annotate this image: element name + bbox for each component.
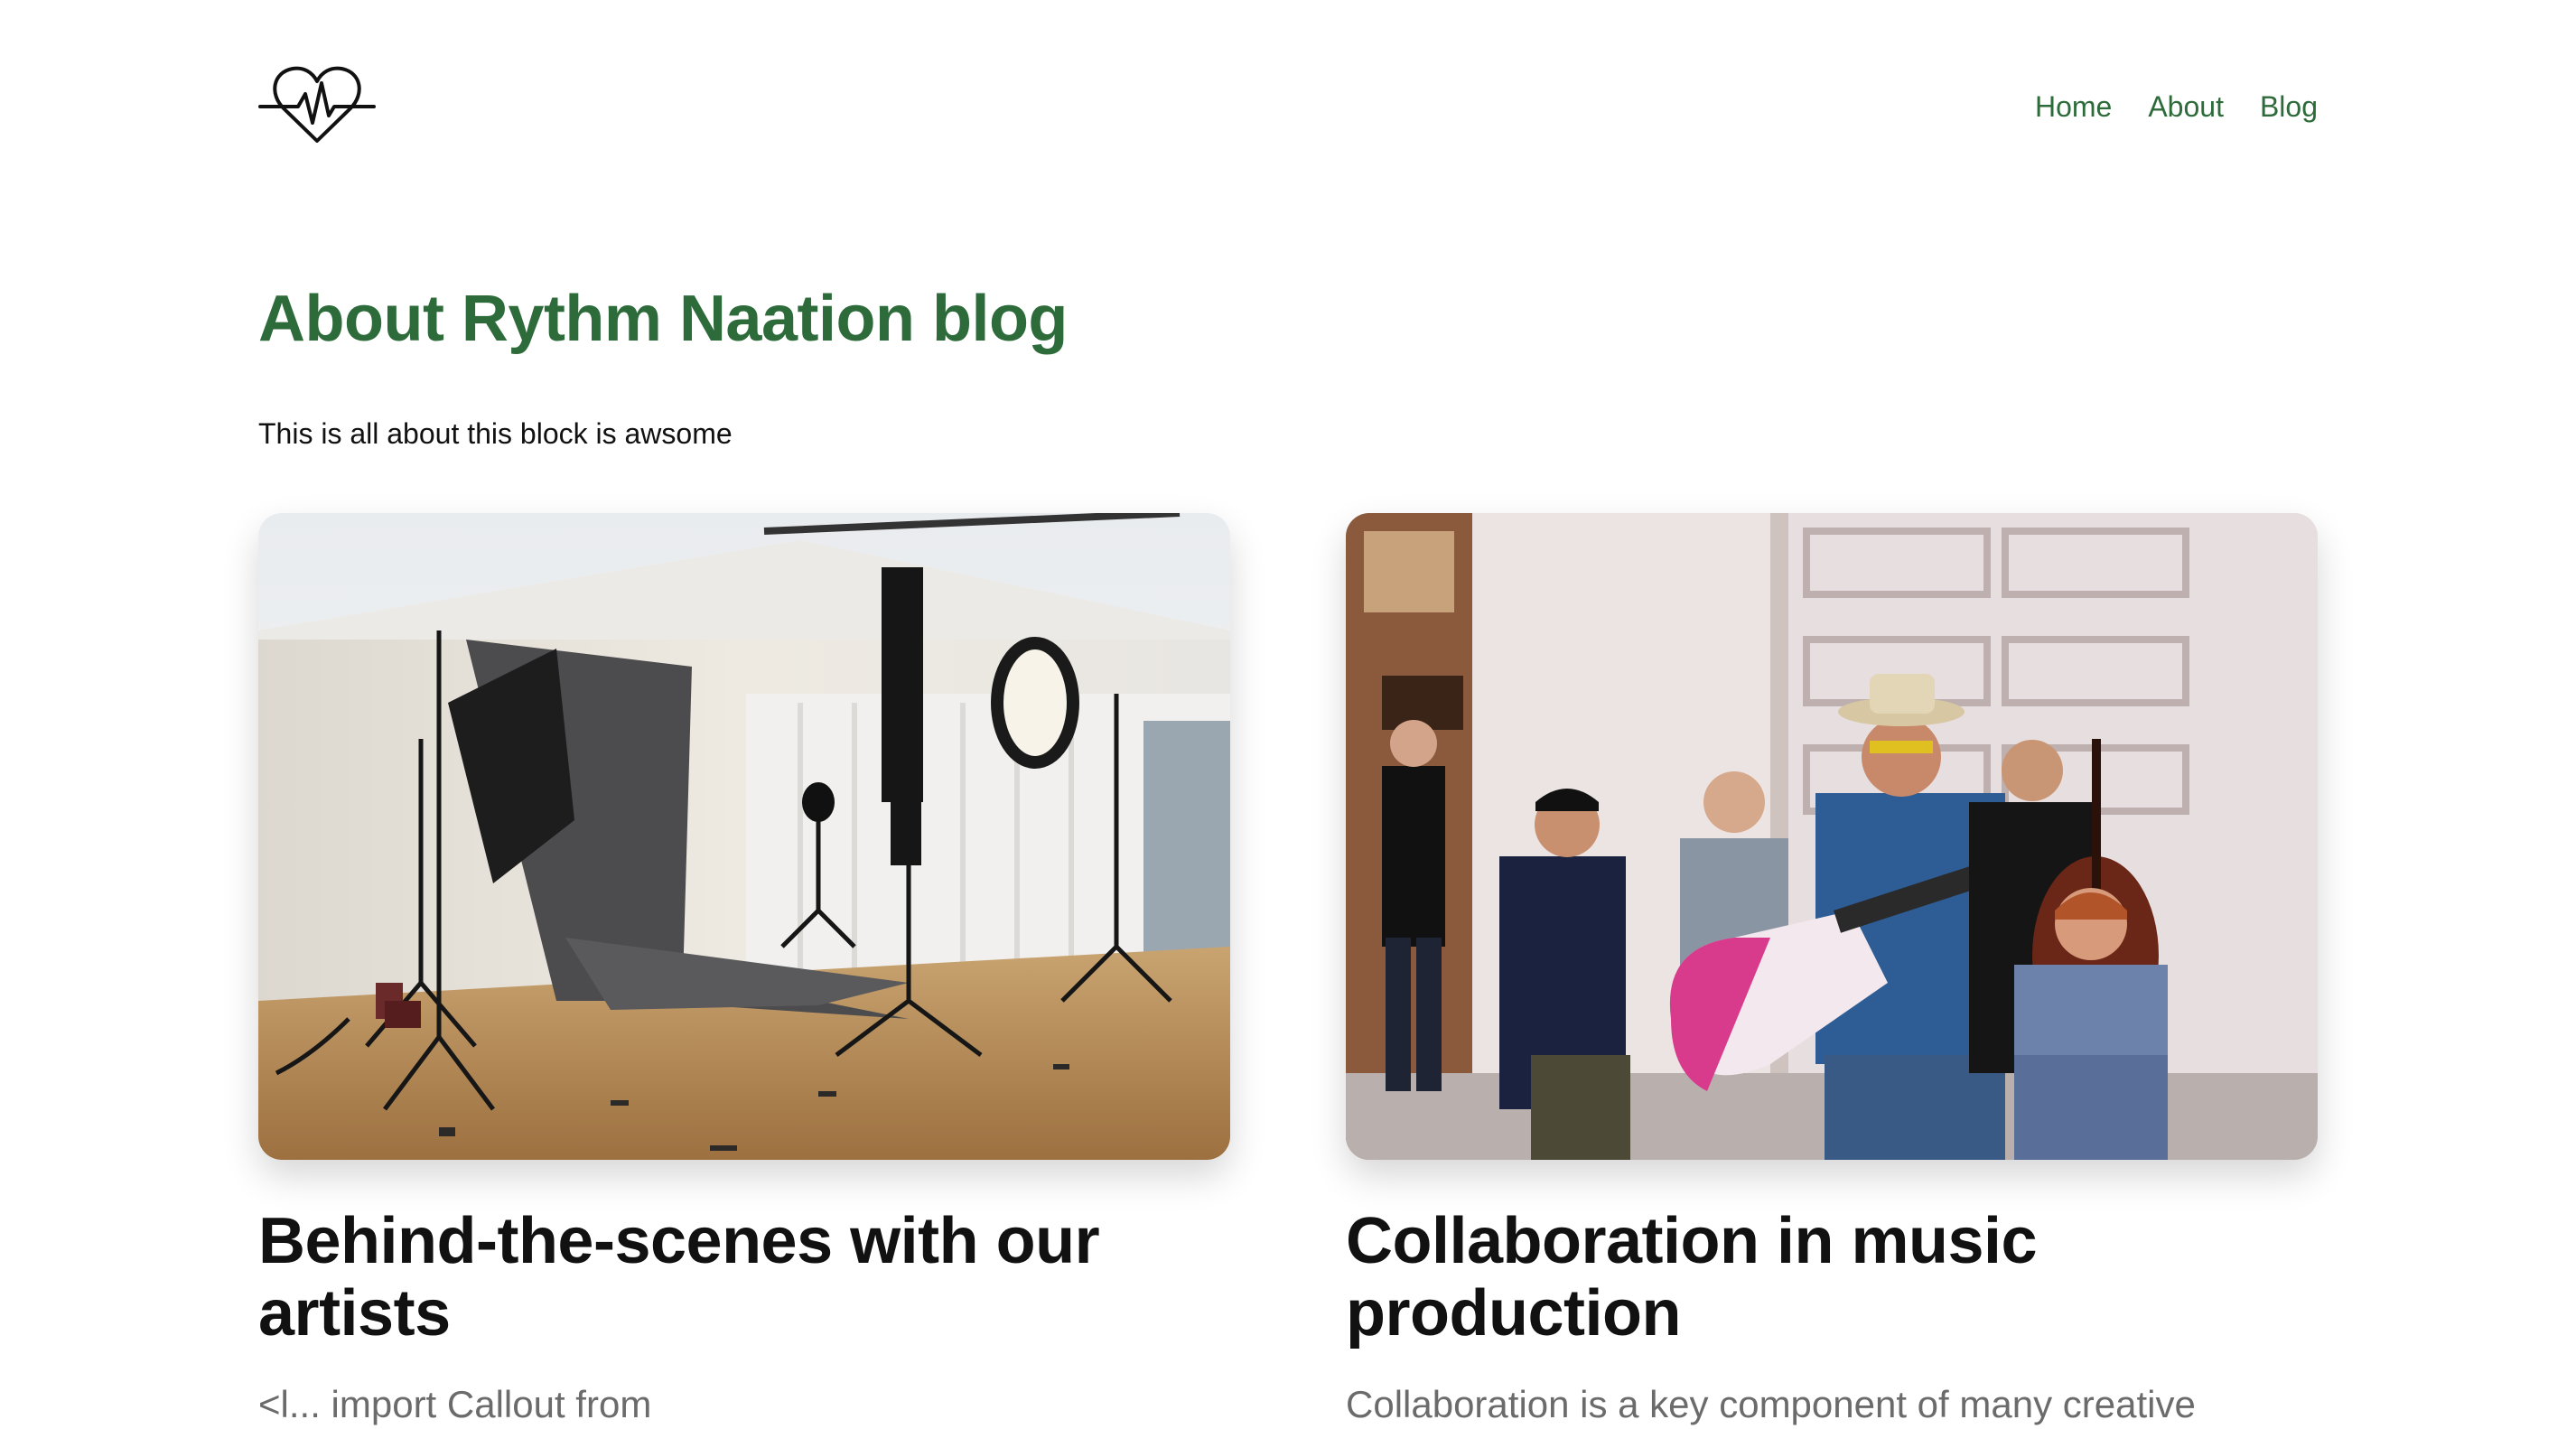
studio-photo	[258, 513, 1230, 1160]
site-header: Home About Blog	[258, 63, 2318, 154]
nav-blog-link[interactable]: Blog	[2260, 90, 2318, 124]
heartbeat-heart-icon	[258, 66, 376, 143]
musicians-photo	[1346, 513, 2318, 1160]
logo[interactable]	[258, 63, 376, 150]
page-container: Home About Blog About Rythm Naation blog…	[258, 0, 2318, 1425]
post-title[interactable]: Behind-the-scenes with our artists	[258, 1205, 1230, 1350]
blog-post-card[interactable]: Behind-the-scenes with our artists <l...…	[258, 513, 1230, 1425]
post-title[interactable]: Collaboration in music production	[1346, 1205, 2318, 1350]
page-intro: This is all about this block is awsome	[258, 417, 733, 450]
main-nav: Home About Blog	[2035, 90, 2318, 124]
post-image-studio[interactable]	[258, 513, 1230, 1160]
nav-about-link[interactable]: About	[2148, 90, 2224, 124]
page-title: About Rythm Naation blog	[258, 283, 1068, 355]
post-excerpt: <l... import Callout from	[258, 1383, 652, 1425]
post-excerpt: Collaboration is a key component of many…	[1346, 1383, 2196, 1425]
post-image-musicians[interactable]	[1346, 513, 2318, 1160]
blog-post-card[interactable]: Collaboration in music production Collab…	[1346, 513, 2318, 1425]
nav-home-link[interactable]: Home	[2035, 90, 2112, 124]
